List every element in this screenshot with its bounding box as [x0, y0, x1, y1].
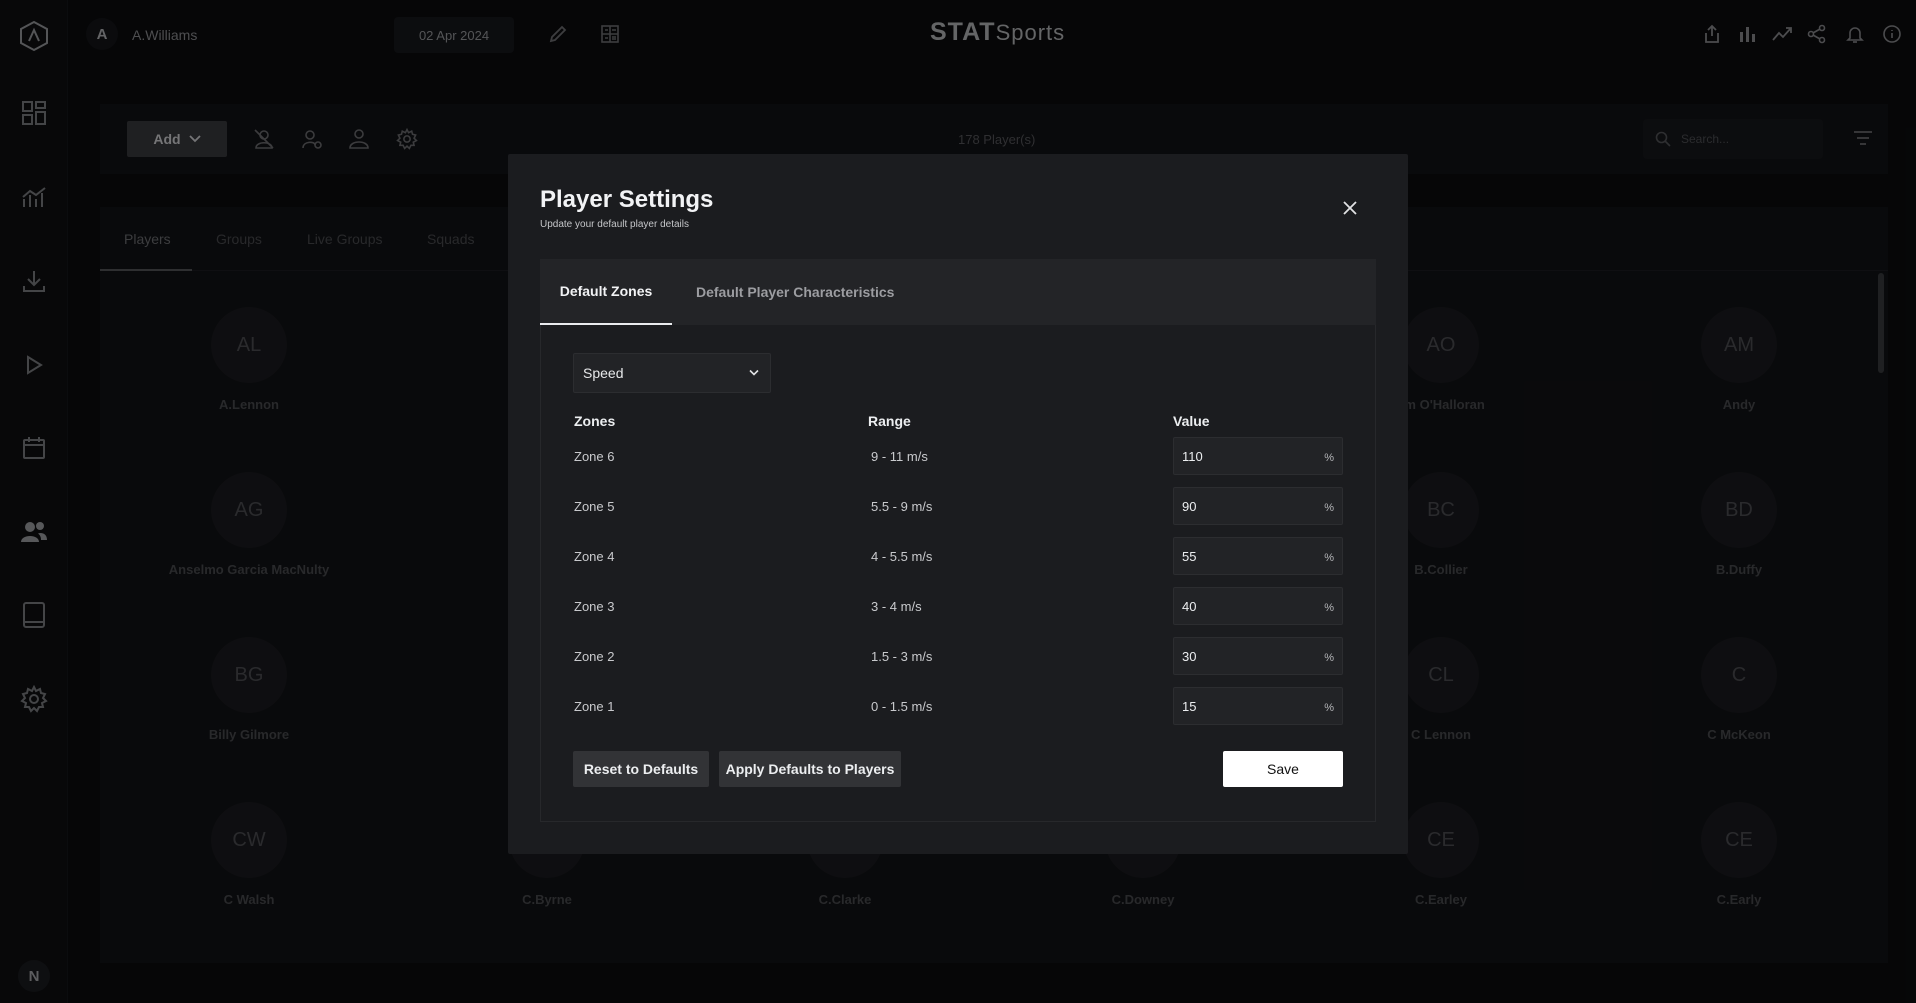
- tab-default-player-characteristics[interactable]: Default Player Characteristics: [696, 259, 894, 325]
- player-settings-modal: Player Settings Update your default play…: [508, 154, 1408, 854]
- modal-title: Player Settings: [540, 186, 714, 213]
- modal-tabs: Default Zones Default Player Characteris…: [540, 259, 1376, 325]
- zone-range: 0 - 1.5 m/s: [871, 699, 933, 714]
- percent-unit: %: [1324, 702, 1334, 714]
- zone-range: 9 - 11 m/s: [871, 449, 928, 464]
- percent-unit: %: [1324, 452, 1334, 464]
- zone-range: 5.5 - 9 m/s: [871, 499, 933, 514]
- percent-unit: %: [1324, 602, 1334, 614]
- modal-subtitle: Update your default player details: [540, 219, 689, 230]
- column-header-zones: Zones: [574, 413, 616, 429]
- tab-default-zones[interactable]: Default Zones: [540, 259, 672, 325]
- zones-panel: Speed Zones Range Value Zone 6 9 - 11 m/…: [540, 325, 1376, 822]
- zone-label: Zone 3: [574, 599, 615, 614]
- zone-value-input[interactable]: 40%: [1173, 587, 1343, 625]
- percent-unit: %: [1324, 652, 1334, 664]
- column-header-range: Range: [868, 413, 911, 429]
- zone-value-input[interactable]: 110%: [1173, 437, 1343, 475]
- zone-value: 40: [1182, 599, 1197, 614]
- zone-value: 110: [1182, 449, 1203, 464]
- apply-defaults-button[interactable]: Apply Defaults to Players: [719, 751, 901, 787]
- zone-range: 4 - 5.5 m/s: [871, 549, 933, 564]
- zone-range: 3 - 4 m/s: [871, 599, 922, 614]
- percent-unit: %: [1324, 502, 1334, 514]
- zone-range: 1.5 - 3 m/s: [871, 649, 933, 664]
- zone-value: 90: [1182, 499, 1197, 514]
- zone-value-input[interactable]: 90%: [1173, 487, 1343, 525]
- zone-label: Zone 5: [574, 499, 615, 514]
- zone-label: Zone 1: [574, 699, 615, 714]
- app: N A A.Williams 02 Apr 2024 STATSports Ad…: [0, 0, 1916, 1003]
- metric-select[interactable]: Speed: [573, 353, 771, 393]
- percent-unit: %: [1324, 552, 1334, 564]
- metric-select-value: Speed: [583, 365, 624, 381]
- zone-value-input[interactable]: 55%: [1173, 537, 1343, 575]
- zone-label: Zone 2: [574, 649, 615, 664]
- reset-to-defaults-button[interactable]: Reset to Defaults: [573, 751, 709, 787]
- zone-value-input[interactable]: 30%: [1173, 637, 1343, 675]
- zone-value: 55: [1182, 549, 1197, 564]
- zone-value-input[interactable]: 15%: [1173, 687, 1343, 725]
- close-icon[interactable]: [1336, 194, 1364, 222]
- zone-value: 15: [1182, 699, 1197, 714]
- save-button[interactable]: Save: [1223, 751, 1343, 787]
- zone-value: 30: [1182, 649, 1197, 664]
- column-header-value: Value: [1173, 413, 1210, 429]
- zone-label: Zone 4: [574, 549, 615, 564]
- zone-label: Zone 6: [574, 449, 615, 464]
- chevron-down-icon: [749, 369, 759, 376]
